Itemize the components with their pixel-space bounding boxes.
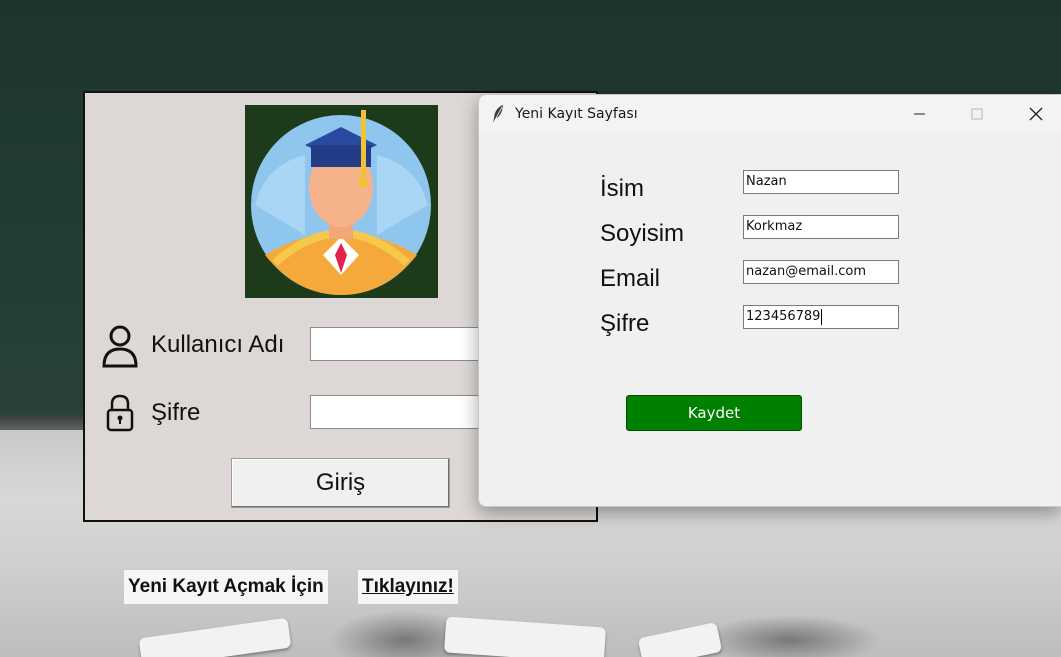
- last-name-label: Soyisim: [600, 220, 685, 247]
- email-label: Email: [600, 265, 661, 292]
- password-label: Şifre: [600, 310, 650, 337]
- minimize-button[interactable]: [890, 95, 948, 133]
- text-caret: [821, 309, 823, 325]
- first-name-label: İsim: [600, 175, 644, 202]
- register-prompt-text: Yeni Kayıt Açmak İçin: [124, 570, 328, 604]
- register-dialog: Yeni Kayıt Sayfası İsim Nazan Soyisim Ko…: [478, 94, 1061, 507]
- close-button[interactable]: [1006, 95, 1061, 133]
- username-label: Kullanıcı Adı: [151, 331, 285, 358]
- password-label: Şifre: [151, 399, 201, 426]
- login-button[interactable]: Giriş: [231, 458, 450, 508]
- lock-icon: [105, 393, 135, 438]
- password-input[interactable]: 123456789: [743, 305, 899, 329]
- feather-icon: [491, 104, 505, 129]
- chalk-dust: [700, 615, 880, 657]
- register-link[interactable]: Tıklayınız!: [358, 570, 458, 604]
- graduate-avatar-icon: [245, 105, 438, 298]
- last-name-input[interactable]: Korkmaz: [743, 215, 899, 239]
- email-input[interactable]: nazan@email.com: [743, 260, 899, 284]
- username-input[interactable]: [310, 327, 480, 361]
- dialog-titlebar[interactable]: Yeni Kayıt Sayfası: [479, 95, 1061, 133]
- password-input[interactable]: [310, 395, 480, 429]
- dialog-title: Yeni Kayıt Sayfası: [515, 106, 638, 122]
- user-icon: [101, 324, 139, 373]
- maximize-button[interactable]: [948, 95, 1006, 133]
- password-input-value: 123456789: [746, 309, 821, 324]
- save-button[interactable]: Kaydet: [626, 395, 802, 431]
- first-name-input[interactable]: Nazan: [743, 170, 899, 194]
